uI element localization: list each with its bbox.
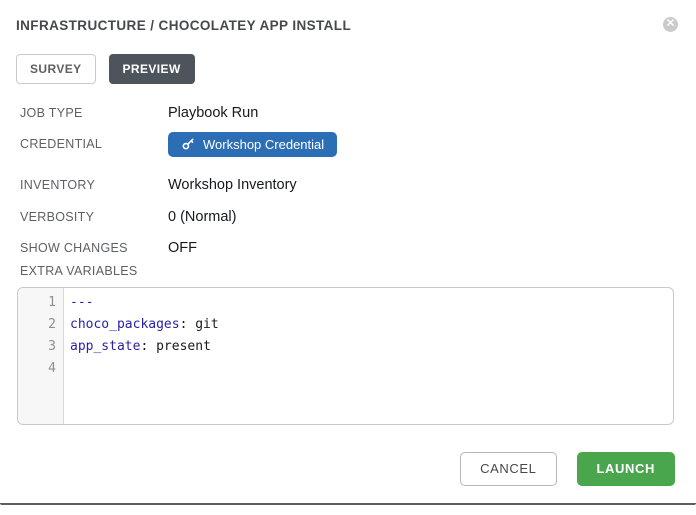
line-number: 3 — [18, 336, 56, 358]
code-line: choco_packages: git — [70, 314, 673, 336]
yaml-token: --- — [70, 295, 93, 310]
modal-bottom-edge — [0, 503, 696, 505]
cancel-button[interactable]: CANCEL — [460, 452, 556, 486]
line-number: 4 — [18, 358, 56, 380]
inventory-label: INVENTORY — [20, 178, 168, 192]
modal-title: INFRASTRUCTURE / CHOCOLATEY APP INSTALL — [16, 14, 351, 33]
credential-badge[interactable]: Workshop Credential — [168, 132, 337, 157]
line-number: 2 — [18, 314, 56, 336]
job-type-label: JOB TYPE — [20, 106, 168, 120]
field-row-credential: CREDENTIAL Workshop Credential — [20, 131, 680, 157]
field-row-job-type: JOB TYPE Playbook Run — [20, 103, 680, 123]
field-row-verbosity: VERBOSITY 0 (Normal) — [20, 207, 680, 227]
job-launch-preview-modal: INFRASTRUCTURE / CHOCOLATEY APP INSTALL … — [0, 0, 696, 515]
yaml-token: app_state — [70, 339, 140, 354]
key-icon — [181, 137, 195, 151]
extra-variables-label: EXTRA VARIABLES — [20, 264, 138, 278]
yaml-text: : present — [140, 339, 210, 354]
job-type-value: Playbook Run — [168, 105, 258, 121]
tab-bar: SURVEY PREVIEW — [16, 54, 195, 84]
inventory-value: Workshop Inventory — [168, 177, 297, 193]
verbosity-value: 0 (Normal) — [168, 209, 236, 225]
credential-badge-label: Workshop Credential — [203, 137, 324, 152]
editor-code-area[interactable]: --- choco_packages: git app_state: prese… — [64, 288, 673, 424]
code-line: --- — [70, 292, 673, 314]
tab-preview[interactable]: PREVIEW — [109, 54, 195, 84]
yaml-text: : git — [180, 317, 219, 332]
field-row-inventory: INVENTORY Workshop Inventory — [20, 175, 680, 195]
close-icon: ✕ — [666, 19, 675, 30]
extra-variables-editor[interactable]: 1 2 3 4 --- choco_packages: git app_stat… — [17, 287, 674, 425]
show-changes-label: SHOW CHANGES — [20, 241, 168, 255]
code-line: app_state: present — [70, 336, 673, 358]
field-row-show-changes: SHOW CHANGES OFF — [20, 238, 680, 258]
line-number: 1 — [18, 292, 56, 314]
close-button[interactable]: ✕ — [663, 17, 678, 32]
verbosity-label: VERBOSITY — [20, 210, 168, 224]
modal-footer: CANCEL LAUNCH — [460, 452, 675, 486]
editor-line-number-gutter: 1 2 3 4 — [18, 288, 64, 424]
yaml-token: choco_packages — [70, 317, 180, 332]
launch-button[interactable]: LAUNCH — [577, 452, 675, 486]
show-changes-value: OFF — [168, 240, 197, 256]
credential-label: CREDENTIAL — [20, 137, 168, 151]
modal-header: INFRASTRUCTURE / CHOCOLATEY APP INSTALL … — [16, 14, 680, 33]
tab-survey[interactable]: SURVEY — [16, 54, 96, 84]
